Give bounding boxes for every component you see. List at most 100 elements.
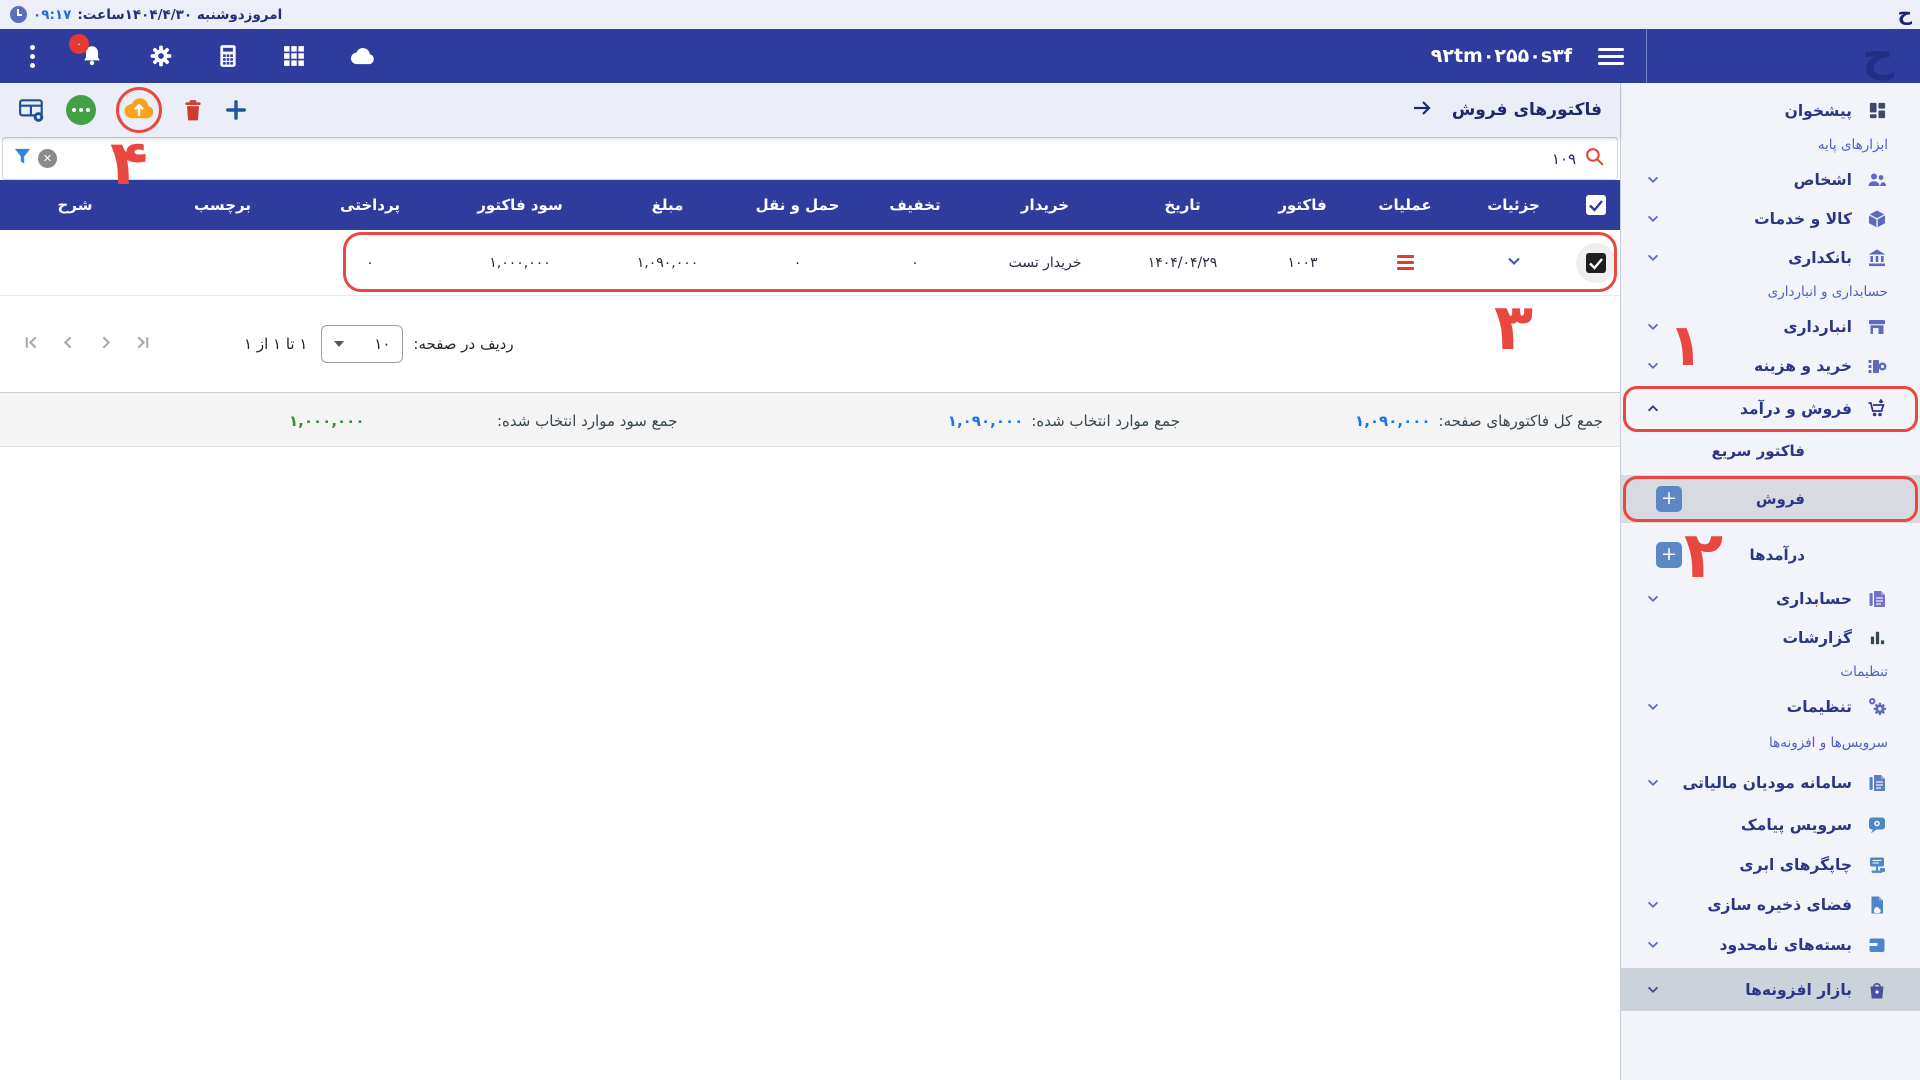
sidebar-subitem-quick-invoice[interactable]: فاکتور سریع (1621, 433, 1920, 468)
search-icon[interactable] (1584, 146, 1605, 171)
sidebar-item-unlimited-packages[interactable]: بسته‌های نامحدود (1621, 925, 1920, 965)
annotation-circle-upload (116, 87, 162, 133)
sidebar-item-accounting[interactable]: حسابداری (1621, 579, 1920, 618)
chevron-down-icon (1643, 250, 1663, 266)
cloud-sync-icon[interactable] (349, 45, 377, 67)
reports-chart-icon (1864, 628, 1890, 647)
search-input[interactable] (1416, 150, 1576, 168)
chevron-down-icon (1643, 775, 1663, 791)
sidebar-item-label: پیشخوان (1663, 102, 1852, 120)
sidebar-item-storage-space[interactable]: فضای ذخیره سازی (1621, 885, 1920, 925)
add-income-plus-button[interactable]: + (1656, 542, 1682, 568)
row-operations-menu-icon[interactable] (1397, 255, 1414, 270)
calculator-icon[interactable] (217, 44, 239, 68)
more-options-icon[interactable] (66, 95, 96, 125)
sidebar-item-sms-service[interactable]: سرویس پیامک (1621, 805, 1920, 845)
cloud-printer-icon (1864, 855, 1890, 875)
sms-icon (1864, 815, 1890, 835)
sidebar-item-addons-market[interactable]: بازار افزونه‌ها (1621, 968, 1920, 1011)
sidebar-item-warehousing[interactable]: انبارداری (1621, 307, 1920, 346)
add-sale-plus-button[interactable]: + (1656, 486, 1682, 512)
main-content: فاکتورهای فروش (0, 83, 1620, 1080)
chevron-down-icon (1643, 172, 1663, 188)
col-header-description[interactable]: شرح (0, 196, 150, 214)
unlimited-package-icon (1864, 935, 1890, 955)
people-icon (1864, 170, 1890, 190)
row-details-chevron-icon[interactable] (1505, 252, 1523, 274)
clear-filter-icon[interactable]: ✕ (38, 149, 57, 168)
row-discount: ۰ (855, 255, 975, 271)
dashboard-icon (1864, 101, 1890, 120)
table-header-row: جزئیات عملیات فاکتور تاریخ خریدار تخفیف … (0, 180, 1620, 230)
accounting-doc-icon (1864, 589, 1890, 609)
row-invoice-number[interactable]: ۱۰۰۳ (1250, 255, 1355, 271)
chevron-down-icon (1643, 699, 1663, 715)
sidebar-item-tax-system[interactable]: سامانه مودیان مالیاتی (1621, 760, 1920, 805)
chevron-down-icon (1643, 897, 1663, 913)
sidebar-item-banking[interactable]: بانکداری (1621, 238, 1920, 277)
rows-per-page-select[interactable]: ۱۰ (321, 325, 403, 363)
time-text: ۰۹:۱۷ (33, 7, 71, 23)
col-header-profit[interactable]: سود فاکتور (445, 196, 595, 214)
sidebar-item-products-services[interactable]: کالا و خدمات (1621, 199, 1920, 238)
delete-trash-icon[interactable] (182, 98, 204, 122)
page-title: فاکتورهای فروش (1452, 100, 1602, 120)
col-header-details[interactable]: جزئیات (1455, 196, 1572, 214)
sidebar-item-sales-income[interactable]: فروش و درآمد (1621, 385, 1920, 433)
notification-badge: ۰ (69, 34, 89, 54)
col-header-discount[interactable]: تخفیف (855, 196, 975, 214)
chevron-down-icon (1643, 211, 1663, 227)
last-page-icon[interactable] (133, 333, 152, 356)
sidebar-item-reports[interactable]: گزارشات (1621, 618, 1920, 657)
first-page-icon[interactable] (22, 333, 41, 356)
select-all-checkbox[interactable] (1586, 195, 1606, 215)
sidebar-subitem-incomes[interactable]: درآمدها + (1621, 531, 1920, 579)
row-buyer-link[interactable]: خریدار تست (975, 255, 1115, 271)
product-box-icon (1864, 209, 1890, 229)
chevron-up-icon (1643, 401, 1663, 417)
apps-grid-icon[interactable] (283, 45, 305, 67)
page-total-label: جمع کل فاکتورهای صفحه: (1439, 412, 1603, 430)
sidebar-section-basic-tools: ابزارهای پایه (1621, 130, 1920, 160)
sidebar-section-settings: تنظیمات (1621, 657, 1920, 687)
notifications-bell-icon[interactable]: ۰ (79, 43, 105, 69)
sidebar-toggle-icon[interactable] (1598, 48, 1624, 65)
brand-letter-logo: ح (1898, 1, 1912, 25)
warehouse-icon (1864, 317, 1890, 337)
sidebar-item-purchase-expense[interactable]: خرید و هزینه (1621, 346, 1920, 385)
selected-total-label: جمع موارد انتخاب شده: (1031, 412, 1180, 430)
col-header-paid[interactable]: پرداختی (295, 196, 445, 214)
selected-profit-value: ۱,۰۰۰,۰۰۰ (289, 393, 364, 448)
sidebar-item-settings[interactable]: تنظیمات (1621, 687, 1920, 726)
today-date: امروزدوشنبه ۱۴۰۴/۴/۳۰ساعت: ۰۹:۱۷ (10, 0, 282, 29)
row-checkbox[interactable] (1586, 253, 1606, 273)
col-header-shipping[interactable]: حمل و نقل (740, 196, 855, 214)
row-amount: ۱,۰۹۰,۰۰۰ (595, 255, 740, 271)
caret-down-icon (334, 341, 344, 347)
col-header-amount[interactable]: مبلغ (595, 196, 740, 214)
sidebar-item-people[interactable]: اشخاص (1621, 160, 1920, 199)
settings-gear-icon[interactable] (149, 44, 173, 68)
filter-funnel-icon[interactable] (13, 147, 32, 170)
col-header-operations[interactable]: عملیات (1355, 196, 1455, 214)
chevron-down-icon (1643, 982, 1663, 998)
search-bar: ✕ (2, 137, 1618, 180)
col-header-date[interactable]: تاریخ (1115, 196, 1250, 214)
add-plus-icon[interactable] (224, 98, 248, 122)
col-header-buyer[interactable]: خریدار (975, 196, 1115, 214)
sidebar-subitem-sales[interactable]: فروش + (1621, 475, 1920, 523)
summary-footer: جمع کل فاکتورهای صفحه: ۱,۰۹۰,۰۰۰ جمع موا… (0, 392, 1620, 447)
cloud-upload-icon[interactable] (122, 95, 156, 125)
sidebar-item-dashboard[interactable]: پیشخوان (1621, 91, 1920, 130)
kebab-menu-icon[interactable] (30, 45, 35, 68)
sidebar-item-cloud-printers[interactable]: چاپگرهای ابری (1621, 845, 1920, 885)
next-page-icon[interactable] (96, 333, 115, 356)
table-settings-icon[interactable] (18, 97, 46, 123)
col-header-label[interactable]: برچسب (150, 196, 295, 214)
chevron-down-icon (1643, 358, 1663, 374)
col-header-invoice[interactable]: فاکتور (1250, 196, 1355, 214)
business-name[interactable]: ۹۲tm۰۲۵۵۰s۳f (1431, 45, 1572, 67)
selected-total-value: ۱,۰۹۰,۰۰۰ (948, 412, 1023, 430)
back-arrow-icon[interactable] (1410, 96, 1434, 124)
prev-page-icon[interactable] (59, 333, 78, 356)
